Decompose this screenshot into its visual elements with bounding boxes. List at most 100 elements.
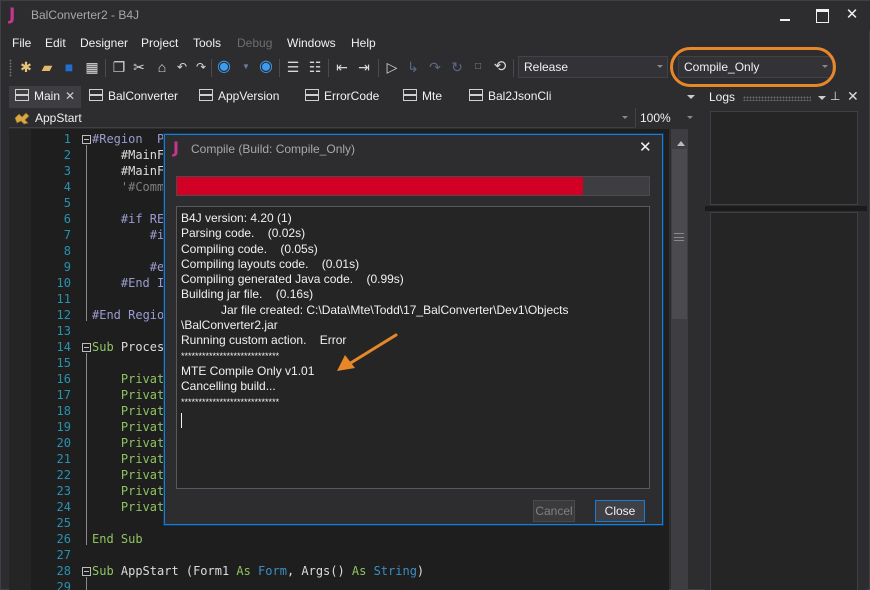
log-line: ****************************	[181, 350, 280, 361]
fold-toggle-icon[interactable]	[82, 567, 91, 576]
line-number: 28	[56, 564, 71, 578]
logs-panel-title: Logs	[709, 90, 736, 104]
code-token: Privat	[120, 484, 165, 498]
log-line: ****************************	[181, 396, 280, 407]
log-line: B4J version: 4.20 (1)	[181, 211, 292, 225]
minimize-button[interactable]	[772, 5, 800, 25]
logs-output-area[interactable]	[710, 111, 858, 205]
menu-windows[interactable]: Windows	[287, 36, 336, 50]
toolbar-separator	[279, 59, 280, 77]
compile-progress-bar	[176, 176, 650, 196]
navigate-back-dropdown-icon[interactable]: ▼	[237, 58, 255, 76]
run-icon[interactable]: ▷	[383, 58, 401, 76]
code-token: #MainF	[120, 164, 165, 178]
toolbar-separator	[328, 59, 329, 77]
close-window-button[interactable]: ✕	[838, 5, 866, 25]
annotation-arrow-icon	[337, 333, 398, 371]
save-all-icon[interactable]: ▦	[83, 58, 101, 76]
line-number: 29	[56, 580, 71, 590]
dialog-close-icon[interactable]: ✕	[639, 138, 652, 156]
line-number: 27	[56, 548, 71, 562]
fold-guide	[86, 145, 87, 321]
navigate-forward-icon[interactable]: ◉	[257, 58, 275, 76]
tab-main[interactable]: Main ✕	[9, 86, 81, 108]
tab-bal2jsoncli[interactable]: Bal2JsonCli	[468, 86, 551, 108]
zoom-select[interactable]: 100%	[635, 108, 699, 128]
panel-menu-icon[interactable]	[818, 96, 826, 100]
panel-drag-grip[interactable]	[743, 96, 811, 101]
close-tab-icon[interactable]: ✕	[65, 89, 75, 103]
line-number: 24	[56, 500, 71, 514]
close-panel-icon[interactable]: ✕	[847, 88, 859, 105]
scroll-up-icon[interactable]	[677, 141, 685, 146]
code-token: Privat	[120, 468, 165, 482]
cut-icon[interactable]: ✂	[130, 58, 148, 76]
step-over-icon[interactable]: ↷	[426, 58, 444, 76]
line-number: 14	[56, 340, 71, 354]
copy-icon[interactable]: ❐	[110, 58, 128, 76]
log-line: Compiling layouts code. (0.01s)	[181, 256, 360, 271]
line-number: 13	[56, 324, 71, 338]
compile-log-output[interactable]: B4J version: 4.20 (1) Parsing code. (0.02…	[176, 206, 650, 489]
close-button[interactable]: Close	[595, 500, 645, 522]
paste-icon[interactable]: ⌂	[153, 58, 171, 76]
tab-appversion[interactable]: AppVersion	[198, 86, 279, 108]
code-token: As	[351, 564, 374, 578]
menu-edit[interactable]: Edit	[45, 36, 66, 50]
menu-project[interactable]: Project	[141, 36, 178, 50]
toolbar-separator	[211, 59, 212, 77]
editor-margin	[9, 129, 31, 590]
tab-balconverter[interactable]: BalConverter	[86, 86, 178, 108]
code-token: #End Regio	[92, 308, 165, 322]
redo-icon[interactable]: ↷	[192, 58, 210, 76]
toolbar-grip[interactable]	[9, 59, 12, 77]
code-token: As	[236, 564, 259, 578]
navigate-back-icon[interactable]: ◉	[215, 58, 233, 76]
code-token: #MainF	[120, 148, 165, 162]
cancel-button[interactable]: Cancel	[533, 500, 575, 522]
line-number: 4	[63, 180, 71, 194]
progress-fill	[177, 177, 583, 195]
line-number: 15	[56, 356, 71, 370]
tab-mte[interactable]: Mte	[402, 86, 442, 108]
restart-icon[interactable]: ⟲	[491, 58, 509, 76]
maximize-button[interactable]	[807, 5, 835, 25]
menu-debug[interactable]: Debug	[237, 36, 272, 50]
new-project-icon[interactable]: ✱	[17, 58, 35, 76]
menu-file[interactable]: File	[12, 36, 31, 50]
logs-secondary-area[interactable]	[710, 212, 858, 590]
code-token: )	[416, 564, 425, 578]
build-config-select[interactable]: Release	[518, 56, 668, 78]
step-in-icon[interactable]: ↳	[404, 58, 422, 76]
menu-designer[interactable]: Designer	[80, 36, 128, 50]
save-icon[interactable]: ■	[60, 58, 78, 76]
tab-errorcode[interactable]: ErrorCode	[304, 86, 379, 108]
comment-block-icon[interactable]: ☰	[284, 58, 302, 76]
stop-icon[interactable]: □	[469, 58, 487, 76]
line-number: 16	[56, 372, 71, 386]
code-token: Privat	[120, 436, 165, 450]
line-number: 10	[56, 276, 71, 290]
fold-toggle-icon[interactable]	[82, 135, 91, 144]
code-token: Privat	[120, 372, 165, 386]
code-token: #i	[149, 228, 165, 242]
form-module-icon	[88, 89, 104, 101]
menu-tools[interactable]: Tools	[193, 36, 221, 50]
open-project-icon[interactable]: ▰	[38, 58, 56, 76]
sub-navigation-select[interactable]	[9, 108, 634, 128]
ide-window: J BalConverter2 - B4J ✕ File Edit Design…	[0, 0, 870, 590]
indent-icon[interactable]: ⇥	[355, 58, 373, 76]
line-number: 6	[63, 212, 71, 226]
outdent-icon[interactable]: ⇤	[333, 58, 351, 76]
undo-icon[interactable]: ↶	[173, 58, 191, 76]
dialog-title: Compile (Build: Compile_Only)	[191, 142, 356, 156]
sub-method-icon	[14, 112, 30, 125]
menu-help[interactable]: Help	[351, 36, 376, 50]
panel-splitter[interactable]	[705, 206, 867, 211]
scrollbar-grip-icon	[674, 233, 684, 241]
uncomment-block-icon[interactable]: ☷	[306, 58, 324, 76]
fold-toggle-icon[interactable]	[82, 343, 91, 352]
tab-overflow-icon[interactable]	[687, 95, 695, 99]
step-out-icon[interactable]: ↻	[448, 58, 466, 76]
pin-icon[interactable]: ⊥	[830, 89, 840, 103]
